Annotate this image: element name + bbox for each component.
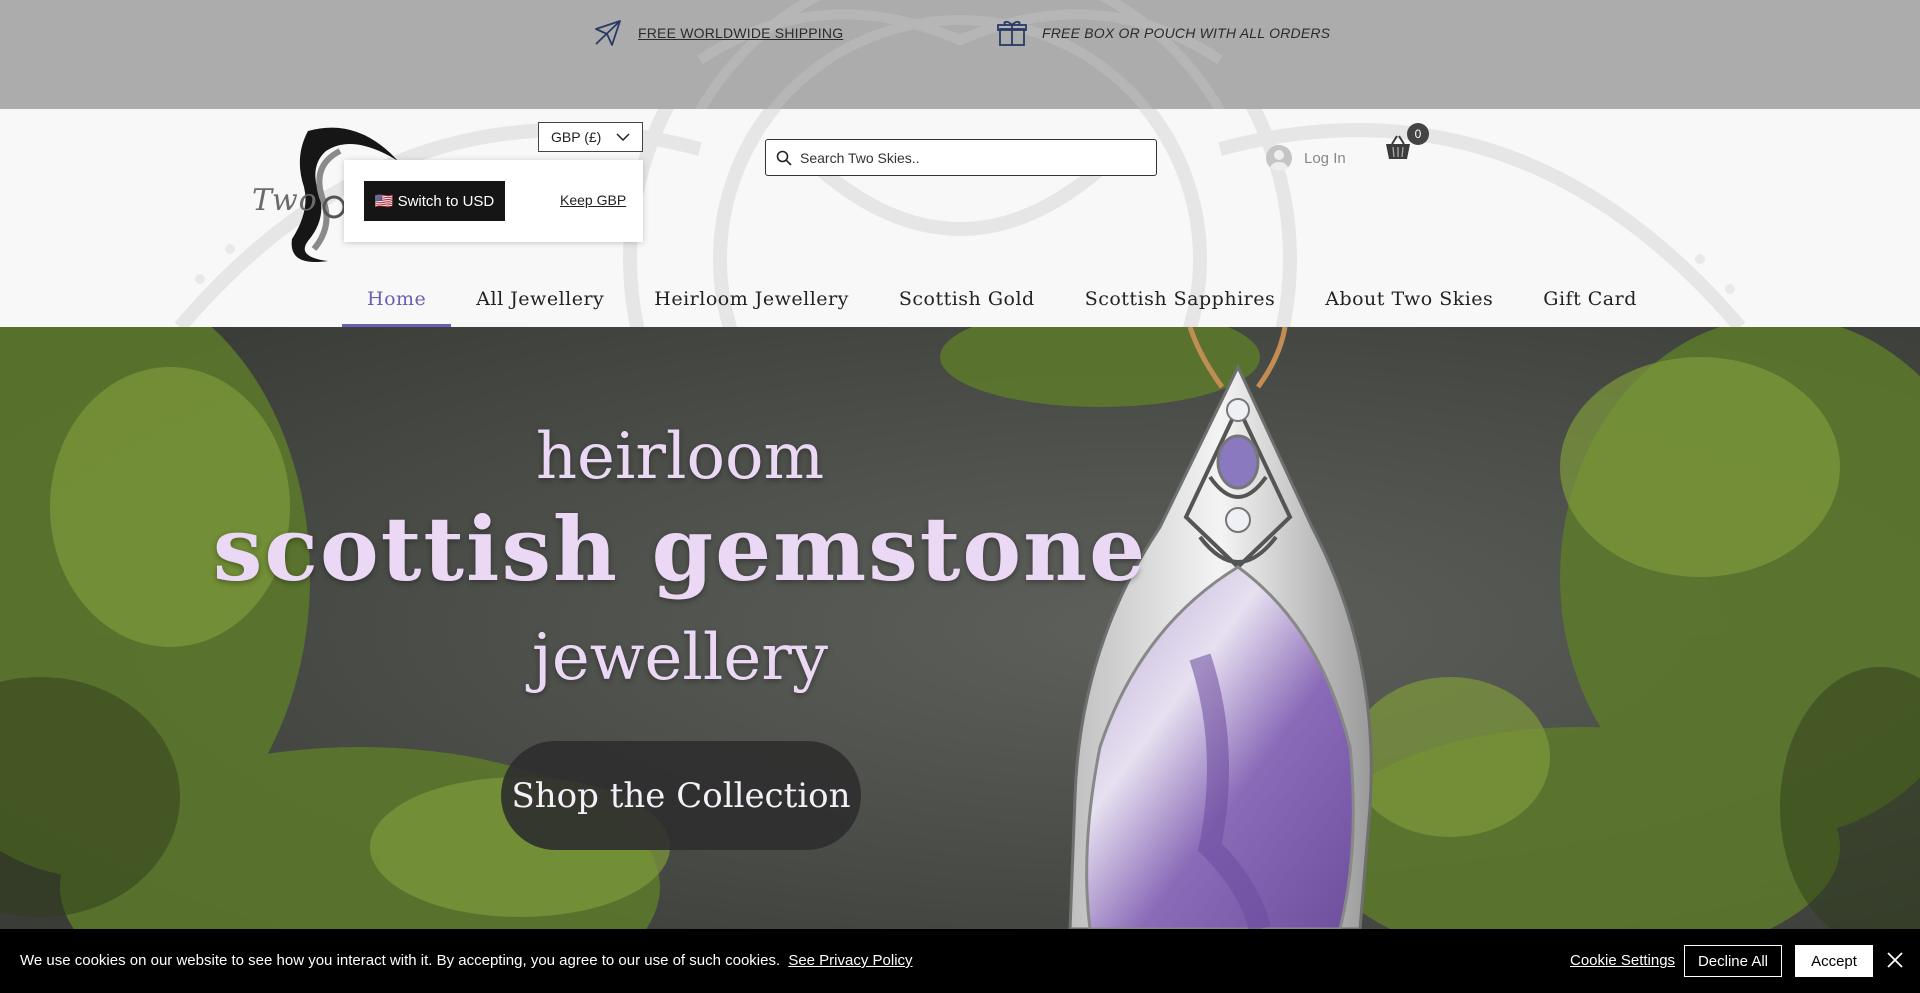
promo-box: FREE BOX OR POUCH WITH ALL ORDERS	[996, 16, 1330, 50]
currency-switch-popup: 🇺🇸 Switch to USD Keep GBP	[344, 160, 643, 242]
search-box[interactable]	[765, 139, 1157, 176]
privacy-policy-link[interactable]: See Privacy Policy	[788, 952, 912, 969]
cookie-banner: We use cookies on our website to see how…	[0, 929, 1920, 993]
cookie-message: We use cookies on our website to see how…	[20, 952, 913, 969]
decline-all-button[interactable]: Decline All	[1684, 945, 1782, 977]
main-nav: Home All Jewellery Heirloom Jewellery Sc…	[342, 281, 1662, 327]
accept-button[interactable]: Accept	[1795, 945, 1873, 977]
currency-select[interactable]: GBP (£)	[538, 122, 643, 152]
nav-item-about-two-skies[interactable]: About Two Skies	[1300, 281, 1518, 327]
promo-bar: FREE WORLDWIDE SHIPPING FREE BOX OR POUC…	[0, 0, 1920, 109]
nav-item-gift-card[interactable]: Gift Card	[1518, 281, 1662, 327]
chevron-down-icon	[616, 133, 630, 141]
cart-button[interactable]: 0	[1384, 123, 1430, 163]
logo-text: Two	[252, 183, 318, 218]
login-button[interactable]: Log In	[1266, 145, 1346, 171]
cookie-message-text: We use cookies on our website to see how…	[20, 952, 781, 969]
cart-count-badge: 0	[1407, 123, 1429, 145]
hero-heading-line3: jewellery	[532, 621, 828, 695]
hero-banner: heirloom scottish gemstone jewellery Sho…	[0, 327, 1920, 929]
avatar-icon	[1266, 145, 1292, 171]
cookie-settings-link[interactable]: Cookie Settings	[1570, 952, 1675, 969]
switch-currency-button[interactable]: 🇺🇸 Switch to USD	[364, 181, 505, 221]
nav-item-all-jewellery[interactable]: All Jewellery	[451, 281, 629, 327]
nav-item-home[interactable]: Home	[342, 281, 452, 327]
close-icon[interactable]	[1884, 949, 1906, 971]
gift-icon	[997, 20, 1027, 46]
airplane-icon	[595, 20, 621, 46]
nav-item-scottish-sapphires[interactable]: Scottish Sapphires	[1060, 281, 1301, 327]
shop-collection-button[interactable]: Shop the Collection	[501, 741, 861, 850]
nav-item-scottish-gold[interactable]: Scottish Gold	[874, 281, 1060, 327]
site-header: Two GBP (£) 🇺🇸 Switch to USD Keep GBP Lo…	[0, 109, 1920, 327]
hero-heading-line1: heirloom	[535, 420, 825, 494]
promo-shipping[interactable]: FREE WORLDWIDE SHIPPING	[592, 16, 843, 50]
promo-box-text: FREE BOX OR POUCH WITH ALL ORDERS	[1042, 25, 1331, 41]
promo-shipping-text[interactable]: FREE WORLDWIDE SHIPPING	[638, 25, 843, 41]
keep-currency-link[interactable]: Keep GBP	[560, 192, 626, 208]
nav-item-heirloom-jewellery[interactable]: Heirloom Jewellery	[629, 281, 874, 327]
currency-selected: GBP (£)	[551, 129, 602, 145]
hero-heading-line2: scottish gemstone	[212, 497, 1148, 601]
celtic-pattern-background	[695, 0, 1225, 109]
login-label: Log In	[1304, 149, 1346, 167]
search-input[interactable]	[800, 149, 1140, 166]
search-icon	[776, 150, 792, 166]
